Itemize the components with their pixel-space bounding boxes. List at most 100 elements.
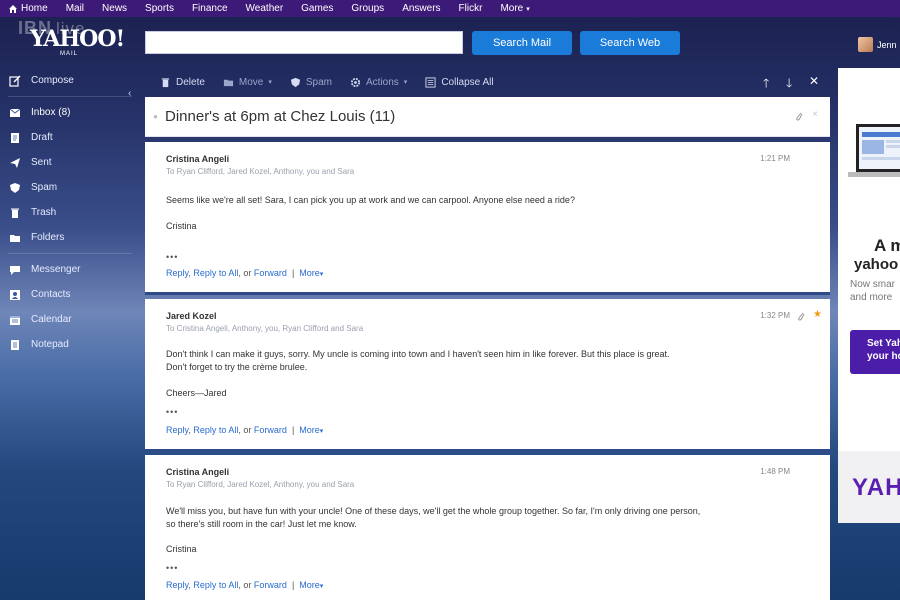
show-quoted-text-icon[interactable]: •••: [166, 407, 178, 417]
forward-link[interactable]: Forward: [254, 580, 287, 590]
user-name: Jenn: [877, 39, 897, 50]
next-message-icon[interactable]: 🡓: [786, 74, 792, 95]
show-quoted-text-icon[interactable]: •••: [166, 252, 178, 262]
delete-label: Delete: [176, 76, 205, 88]
nav-mail[interactable]: Mail: [66, 3, 84, 14]
chevron-down-icon: ▾: [526, 5, 530, 13]
more-link[interactable]: More: [299, 268, 320, 278]
nav-label: Groups: [351, 3, 385, 14]
nav-label: Mail: [65, 3, 85, 14]
more-link[interactable]: More: [299, 425, 320, 435]
unread-dot-icon[interactable]: ●: [153, 112, 158, 121]
message-body-line: We'll miss you, but have fun with your u…: [166, 506, 701, 516]
more-link[interactable]: More: [299, 580, 320, 590]
forward-link[interactable]: Forward: [254, 268, 287, 278]
nav-weather[interactable]: Weather: [246, 3, 284, 14]
chevron-down-icon: ▾: [319, 583, 324, 590]
move-button[interactable]: Move ▾: [223, 77, 272, 88]
reply-all-link[interactable]: Reply to All: [193, 425, 238, 435]
message-recipients: To Cristina Angeli, Anthony, you, Ryan C…: [166, 324, 364, 333]
sidebar-item-contacts[interactable]: Contacts: [0, 282, 140, 307]
reply-all-link[interactable]: Reply to All: [193, 268, 238, 278]
sidebar-item-spam[interactable]: Spam: [0, 175, 140, 200]
ad-subtext-line: Now smar: [850, 279, 896, 290]
notepad-icon: [9, 339, 21, 351]
nav-finance[interactable]: Finance: [192, 3, 228, 14]
nav-flickr[interactable]: Flickr: [459, 3, 483, 14]
sidebar-item-label: Contacts: [31, 289, 71, 300]
inbox-icon: [9, 107, 21, 119]
reply-link[interactable]: Reply: [166, 580, 188, 590]
message-sender: Jared Kozel: [166, 311, 217, 321]
message-time: 1:32 PM: [760, 311, 790, 320]
nav-label: Games: [301, 3, 334, 14]
nav-news[interactable]: News: [102, 3, 127, 14]
sidebar-item-notepad[interactable]: Notepad: [0, 332, 140, 357]
sidebar-item-messenger[interactable]: Messenger: [0, 257, 140, 282]
spam-button[interactable]: Spam: [290, 77, 332, 88]
collapse-all-button[interactable]: Collapse All: [425, 76, 494, 88]
trash-icon: [161, 77, 170, 87]
sidebar-item-label: Inbox (8): [31, 107, 71, 118]
forward-link[interactable]: Forward: [254, 425, 287, 435]
sidebar-item-label: Folders: [31, 232, 65, 243]
close-icon[interactable]: ×: [812, 109, 818, 120]
nav-label: More: [500, 3, 524, 14]
sidebar-item-folders[interactable]: Folders: [0, 225, 140, 250]
previous-message-icon[interactable]: 🡑: [763, 74, 769, 95]
sidebar-item-draft[interactable]: Draft: [0, 125, 140, 150]
folder-icon: [9, 232, 21, 244]
nav-more[interactable]: More ▾: [500, 3, 529, 14]
top-navigation: Home Mail News Sports Finance Weather Ga…: [0, 0, 900, 17]
reply-all-link[interactable]: Reply to All: [193, 580, 238, 590]
message-card[interactable]: Jared Kozel To Cristina Angeli, Anthony,…: [145, 299, 830, 449]
ad-headline: A m: [874, 236, 900, 255]
message-card[interactable]: Cristina Angeli To Ryan Clifford, Jared …: [145, 455, 830, 600]
draft-icon: [9, 132, 21, 144]
delete-button[interactable]: Delete: [160, 77, 205, 88]
sidebar-item-sent[interactable]: Sent: [0, 150, 140, 175]
reply-link[interactable]: Reply: [166, 268, 188, 278]
user-menu[interactable]: Jenn: [858, 37, 897, 52]
nav-groups[interactable]: Groups: [351, 3, 384, 14]
or-text: , or: [238, 580, 252, 590]
conversation-header: ● Dinner's at 6pm at Chez Louis (11) ×: [145, 97, 830, 137]
search-web-button[interactable]: Search Web: [580, 31, 680, 55]
attachment-icon: [796, 112, 803, 121]
ad-panel[interactable]: A m yahoo Now smar and more Set Yah your h…: [838, 68, 900, 523]
sidebar-item-trash[interactable]: Trash: [0, 200, 140, 225]
attachment-icon: [798, 312, 805, 321]
ad-headline: yahoo: [854, 256, 899, 273]
message-card[interactable]: Cristina Angeli To Ryan Clifford, Jared …: [145, 142, 830, 292]
sidebar-divider: [8, 253, 132, 254]
show-quoted-text-icon[interactable]: •••: [166, 563, 178, 573]
compose-button[interactable]: Compose: [0, 68, 140, 93]
trash-icon: [9, 207, 21, 219]
gear-icon: [350, 77, 361, 87]
collapse-sidebar-icon[interactable]: ‹: [128, 88, 131, 99]
sidebar: Compose Inbox (8) Draft Sent Spam Trash …: [0, 68, 140, 357]
search-mail-button[interactable]: Search Mail: [472, 31, 572, 55]
actions-label: Actions: [366, 76, 399, 88]
collapse-all-label: Collapse All: [441, 76, 494, 88]
contacts-icon: [9, 289, 21, 301]
nav-home[interactable]: Home: [8, 3, 48, 14]
spam-icon: [290, 77, 300, 87]
sidebar-item-inbox[interactable]: Inbox (8): [0, 100, 140, 125]
yahoo-logo: YAH: [852, 474, 900, 501]
ad-cta-button[interactable]: Set Yah your ho: [850, 330, 900, 374]
sidebar-item-label: Trash: [31, 207, 57, 218]
search-input[interactable]: [145, 31, 463, 54]
nav-answers[interactable]: Answers: [402, 3, 440, 14]
sidebar-item-calendar[interactable]: Calendar: [0, 307, 140, 332]
nav-sports[interactable]: Sports: [145, 3, 174, 14]
star-icon[interactable]: ★: [813, 309, 822, 320]
reply-link[interactable]: Reply: [166, 425, 188, 435]
actions-button[interactable]: Actions ▾: [350, 77, 407, 88]
nav-games[interactable]: Games: [301, 3, 333, 14]
close-icon[interactable]: ✕: [809, 74, 819, 88]
chevron-down-icon: ▾: [268, 79, 272, 86]
sent-icon: [9, 157, 21, 169]
calendar-icon: [9, 314, 21, 326]
message-actions: Reply, Reply to All, or Forward | More▾: [166, 425, 324, 435]
